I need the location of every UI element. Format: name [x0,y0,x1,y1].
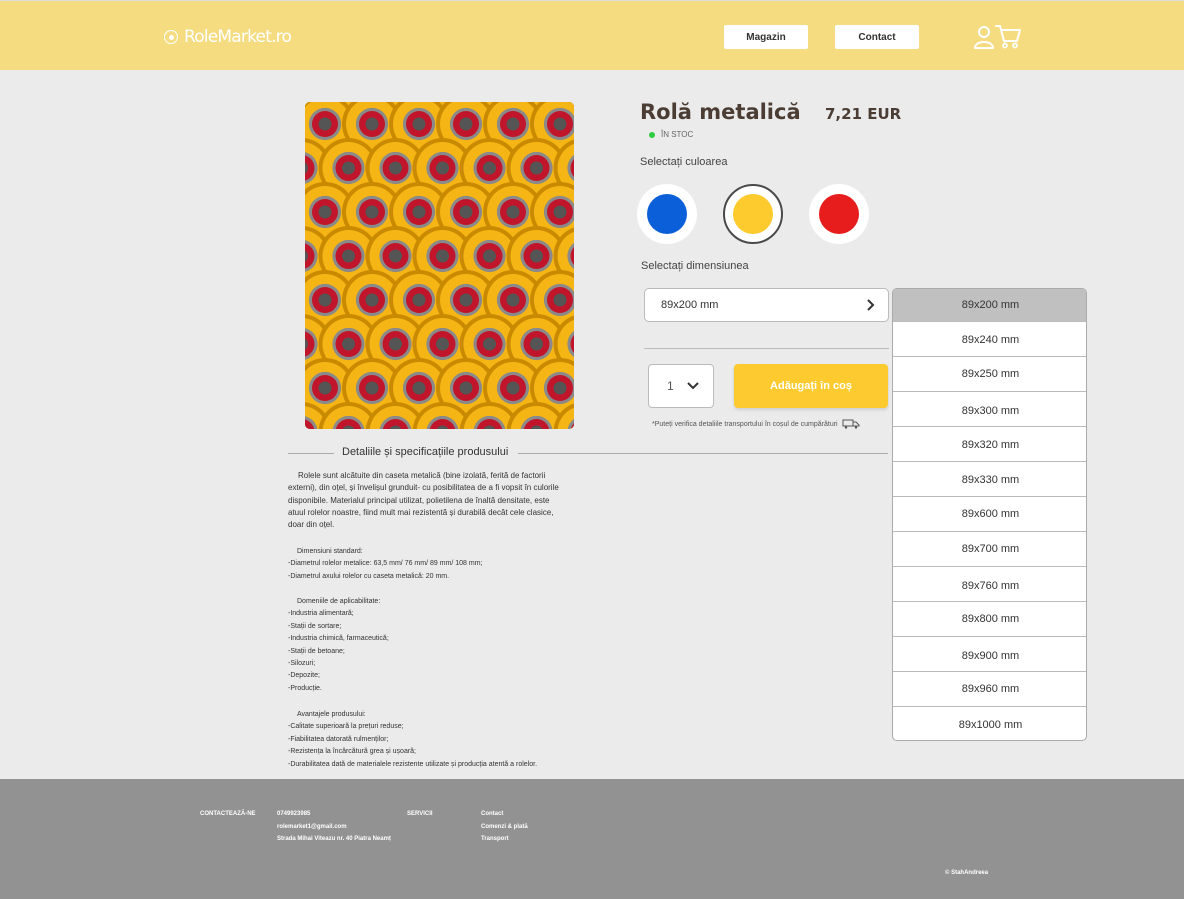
divider [644,348,889,349]
spec-line: -Depozite; [288,672,320,680]
footer-contact-title: CONTACTEAZĂ-NE [200,811,256,817]
spec-line: -Calitate superioară la prețuri reduse; [288,723,404,731]
chevron-right-icon [867,299,875,311]
size-option[interactable]: 89x800 mm [893,601,1086,636]
description-line: Rolele sunt alcătuite din caseta metalic… [298,471,546,480]
details-heading: Detaliile și specificațiile produsului [288,446,888,460]
nav-contact-button[interactable]: Contact [835,25,919,49]
size-option[interactable]: 89x330 mm [893,461,1086,497]
footer-phone[interactable]: 0749923985 [277,811,310,817]
color-option-blue[interactable] [637,184,697,244]
description-line: disponibile. Materialul principal utiliz… [288,495,550,505]
product-image [305,102,574,429]
dimensions-title: Dimensiuni standard: [297,548,363,555]
product-price: 7,21 EUR [825,105,902,123]
footer-copyright: © StahAndreea [945,870,989,876]
spec-line: -Stații de sortare; [288,622,342,630]
color-option-red[interactable] [809,184,869,244]
dimensions-section: Dimensiuni standard: -Diametrul rolelor … [288,546,483,583]
spec-line: -Industria chimică, farmaceutică; [288,635,389,643]
logo-mark-icon [164,30,178,44]
spec-line: -Industria alimentară; [288,610,354,618]
site-header: RoleMarket.ro Magazin Contact [0,0,1184,70]
stock-label: ÎN STOC [661,130,694,139]
description-line: atuul rolelor noastre, fiind mult mai re… [288,507,554,517]
color-swatch-blue [647,194,687,234]
details-heading-text: Detaliile și specificațiile produsului [342,446,509,458]
spec-line: -Fiabilitatea datorată rulmenților; [288,735,389,743]
size-dropdown-list: 89x200 mm 89x240 mm 89x250 mm 89x300 mm … [892,288,1087,741]
truck-icon [842,419,860,429]
footer-services-title: SERVICII [407,811,433,817]
quantity-value: 1 [667,379,674,393]
divider [288,453,334,454]
size-label: Selectați dimensiunea [641,260,749,272]
spec-line: -Silozuri; [288,660,316,668]
size-option[interactable]: 89x300 mm [893,391,1086,429]
size-option[interactable]: 89x1000 mm [893,706,1086,740]
size-option[interactable]: 89x200 mm [893,289,1086,321]
size-option[interactable]: 89x600 mm [893,496,1086,530]
footer-link-contact[interactable]: Contact [481,811,503,817]
add-to-cart-button[interactable]: Adăugați în coș [734,364,888,408]
logo-text: RoleMarket.ro [184,27,292,47]
spec-line: -Diametrul rolelor metalice: 63,5 mm/ 76… [288,560,483,568]
advantages-section: Avantajele produsului: -Calitate superio… [288,709,537,771]
size-option[interactable]: 89x320 mm [893,426,1086,462]
rollers-photo [305,102,574,429]
nav-shop-button[interactable]: Magazin [724,25,808,49]
advantages-title: Avantajele produsului: [297,711,366,718]
cart-icon[interactable] [995,23,1021,49]
transport-note: *Puteți verifica detaliile transportului… [652,419,860,429]
logo[interactable]: RoleMarket.ro [164,27,292,47]
transport-note-text: *Puteți verifica detaliile transportului… [652,420,838,428]
description-line: externi), din oțel, și învelișul grundui… [288,483,559,493]
footer-email[interactable]: rolemarket1@gmail.com [277,824,347,830]
quantity-select[interactable]: 1 [648,364,714,408]
product-title: Rolă metalică [640,100,801,124]
size-option[interactable]: 89x900 mm [893,636,1086,674]
divider [518,453,888,454]
color-option-yellow[interactable] [723,184,783,244]
spec-line: -Durabilitatea dată de materialele rezis… [288,760,538,768]
color-swatch-yellow [733,194,773,234]
stock-dot-icon [649,131,655,138]
chevron-down-icon [687,382,699,390]
size-option[interactable]: 89x700 mm [893,531,1086,566]
spec-line: -Rezistența la încărcătură grea și ușoar… [288,748,417,756]
size-select[interactable]: 89x200 mm [644,288,889,322]
domains-title: Domeniile de aplicabilitate: [297,598,381,605]
footer-link-transport[interactable]: Transport [481,836,509,842]
spec-line: -Diametrul axului rolelor cu caseta meta… [288,572,450,580]
site-footer: CONTACTEAZĂ-NE 0749923985 rolemarket1@gm… [0,779,1184,899]
color-label: Selectați culoarea [640,156,728,168]
user-icon[interactable] [973,25,995,49]
description-line: doar din oțel. [288,520,335,530]
footer-link-orders[interactable]: Comenzi & plată [481,824,528,830]
color-swatch-red [819,194,859,234]
stock-status: ÎN STOC [649,130,693,139]
size-option[interactable]: 89x960 mm [893,671,1086,706]
domains-section: Domeniile de aplicabilitate: -Industria … [288,596,389,695]
size-option[interactable]: 89x760 mm [893,566,1086,604]
size-option[interactable]: 89x240 mm [893,321,1086,357]
size-select-value: 89x200 mm [661,299,719,311]
size-option[interactable]: 89x250 mm [893,356,1086,391]
spec-line: -Stații de betoane; [288,647,345,655]
footer-address: Strada Mihai Viteazu nr. 40 Piatra Neamț [277,836,391,842]
product-description: Rolele sunt alcătuite din caseta metalic… [288,470,588,531]
spec-line: -Producție. [288,684,322,692]
